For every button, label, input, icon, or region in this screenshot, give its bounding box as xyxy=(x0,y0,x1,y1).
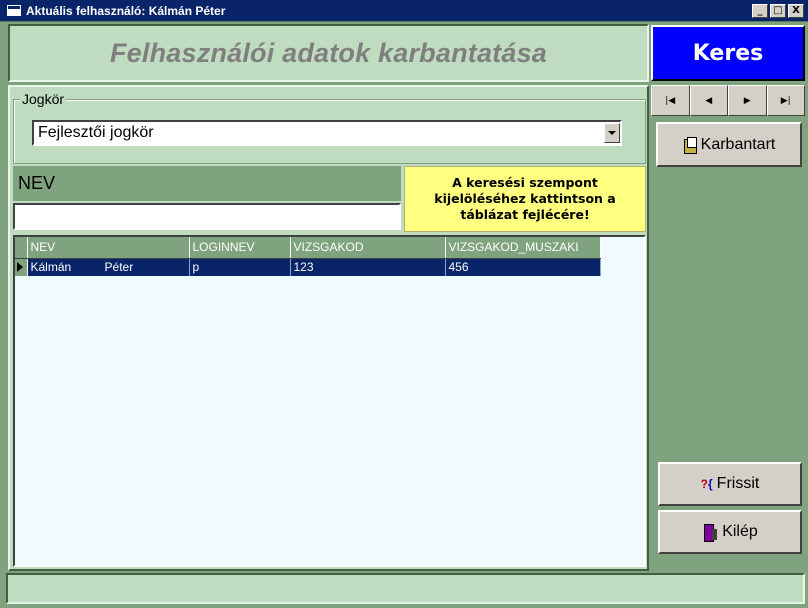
cell-nev[interactable]: Kálmán Péter xyxy=(27,258,190,276)
frissit-label: Frissit xyxy=(716,475,760,492)
karbantart-button[interactable]: Karbantart xyxy=(656,122,802,167)
window-icon xyxy=(7,5,21,16)
jogkor-legend: Jogkör xyxy=(20,91,67,107)
page-title: Felhasználói adatok karbantatása xyxy=(109,37,548,68)
search-hint: A keresési szempont kijelöléséhez kattin… xyxy=(404,166,646,232)
column-header-nev[interactable]: NEV xyxy=(27,237,190,259)
column-header-vizsgakod-muszaki[interactable]: VIZSGAKOD_MUSZAKI xyxy=(445,237,601,259)
column-header-loginnev[interactable]: LOGINNEV xyxy=(189,237,291,259)
cell-vizsgakod-muszaki[interactable]: 456 xyxy=(445,258,601,276)
refresh-icon: ?{ xyxy=(700,477,713,491)
main-panel: Jogkör Fejlesztői jogkör NEV A keresési … xyxy=(8,85,649,571)
jogkor-select[interactable]: Fejlesztői jogkör xyxy=(32,120,622,146)
keres-button[interactable]: Keres xyxy=(651,25,805,81)
cell-vizsgakod[interactable]: 123 xyxy=(290,258,446,276)
kilep-button[interactable]: Kilép xyxy=(658,510,802,554)
grid-header-row: NEV LOGINNEV VIZSGAKOD VIZSGAKOD_MUSZAKI xyxy=(15,237,601,259)
row-indicator xyxy=(15,258,28,276)
edit-document-icon xyxy=(683,136,697,154)
maximize-button[interactable]: □ xyxy=(770,3,786,18)
minimize-button[interactable]: _ xyxy=(752,3,768,18)
status-bar xyxy=(6,573,805,604)
last-record-button[interactable]: ▶| xyxy=(766,85,805,116)
jogkor-select-value: Fejlesztői jogkör xyxy=(38,124,154,141)
kilep-label: Kilép xyxy=(722,523,758,540)
frissit-button[interactable]: ?{ Frissit xyxy=(658,462,802,506)
data-grid[interactable]: NEV LOGINNEV VIZSGAKOD VIZSGAKOD_MUSZAKI… xyxy=(13,235,646,567)
search-field-label: NEV xyxy=(13,166,401,201)
next-record-button[interactable]: ▶ xyxy=(728,85,767,116)
chevron-down-icon xyxy=(608,131,616,135)
cell-loginnev[interactable]: p xyxy=(189,258,291,276)
row-indicator-header xyxy=(15,237,28,259)
karbantart-label: Karbantart xyxy=(700,135,776,153)
row-pointer-icon xyxy=(17,262,23,273)
jogkor-group: Jogkör Fejlesztői jogkör xyxy=(13,91,646,164)
column-header-vizsgakod[interactable]: VIZSGAKOD xyxy=(290,237,446,259)
window-controls: _ □ X xyxy=(752,3,804,18)
close-button[interactable]: X xyxy=(788,3,804,18)
header-panel: Felhasználói adatok karbantatása xyxy=(8,24,649,82)
record-navigator: |◀ ◀ ▶ ▶| xyxy=(651,85,805,116)
window-title: Aktuális felhasználó: Kálmán Péter xyxy=(26,3,226,18)
dropdown-button[interactable] xyxy=(604,123,620,143)
first-record-button[interactable]: |◀ xyxy=(651,85,690,116)
prev-record-button[interactable]: ◀ xyxy=(689,85,728,116)
title-bar: Aktuális felhasználó: Kálmán Péter _ □ X xyxy=(0,0,808,22)
exit-door-icon xyxy=(702,523,718,542)
table-row[interactable]: Kálmán Péter p 123 456 xyxy=(15,258,601,276)
search-input[interactable] xyxy=(13,203,401,230)
grid-table: NEV LOGINNEV VIZSGAKOD VIZSGAKOD_MUSZAKI… xyxy=(15,237,601,276)
